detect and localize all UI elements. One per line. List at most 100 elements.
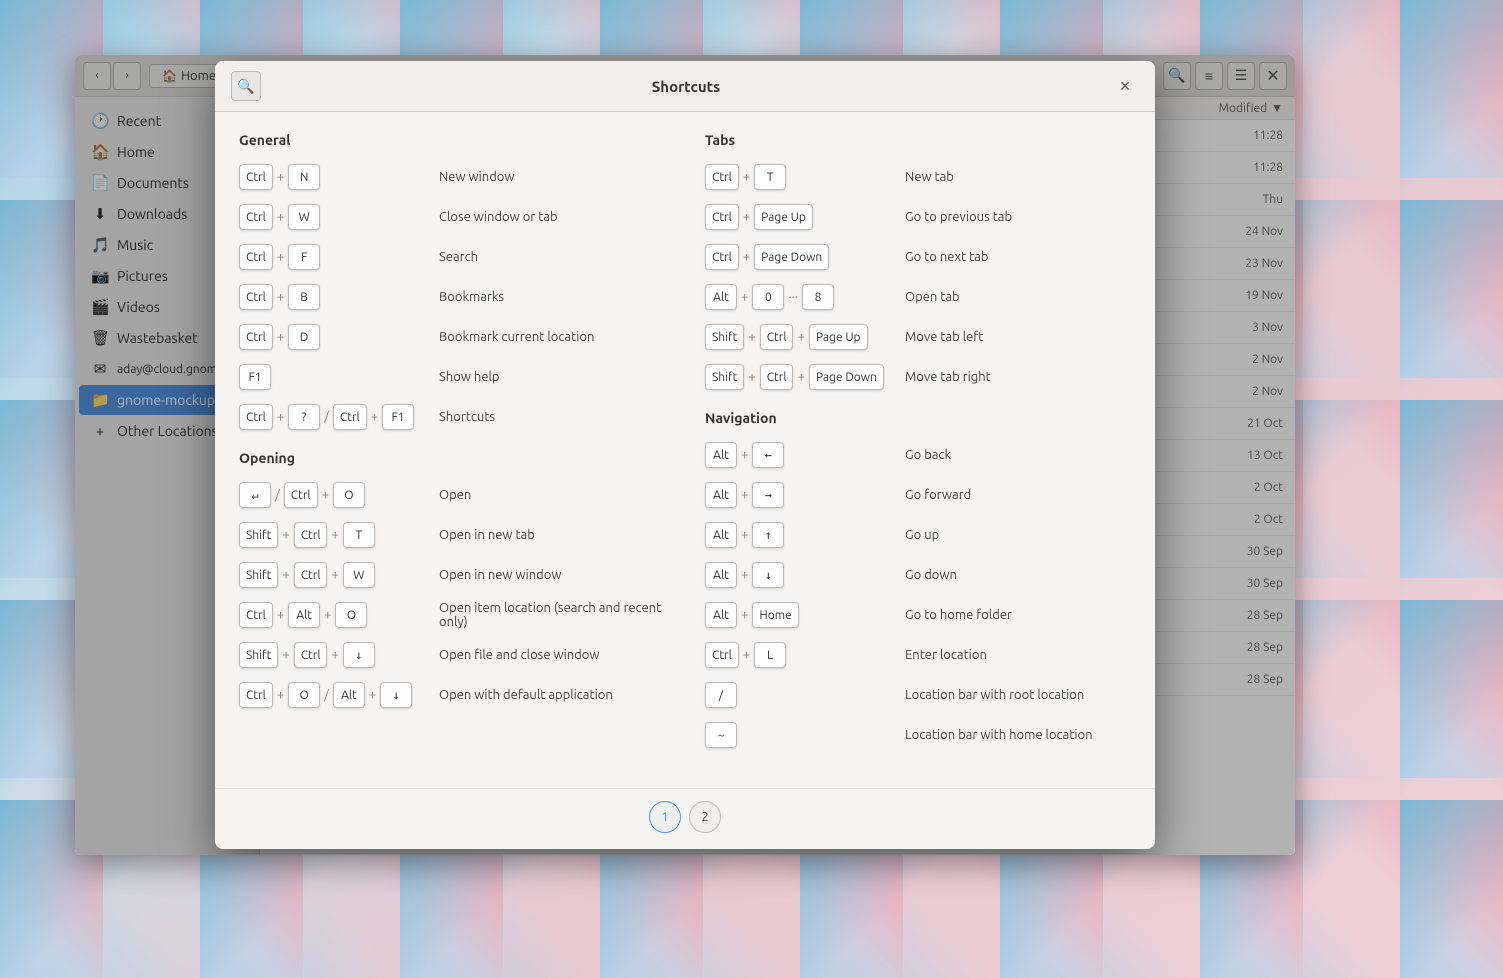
key-ctrl: Ctrl bbox=[239, 164, 273, 190]
page-2-button[interactable]: 2 bbox=[689, 801, 721, 833]
desc-bookmark-location: Bookmark current location bbox=[439, 330, 665, 344]
key-ctrl: Ctrl bbox=[239, 682, 273, 708]
key-ctrl: Ctrl bbox=[705, 642, 739, 668]
key-8: 8 bbox=[802, 284, 834, 310]
desc-go-forward: Go forward bbox=[905, 488, 1131, 502]
key-n: N bbox=[288, 164, 320, 190]
desc-go-up: Go up bbox=[905, 528, 1131, 542]
shortcut-go-home: Alt + Home Go to home folder bbox=[705, 600, 1131, 630]
key-w: W bbox=[288, 204, 320, 230]
shortcut-keys-location-root: / bbox=[705, 682, 905, 708]
shortcut-shortcuts: Ctrl + ? / Ctrl + F1 Shortcuts bbox=[239, 402, 665, 432]
shortcut-close-window: Ctrl + W Close window or tab bbox=[239, 202, 665, 232]
key-o: O bbox=[335, 602, 367, 628]
key-shift: Shift bbox=[705, 324, 744, 350]
desc-open-new-tab: Open in new tab bbox=[439, 528, 665, 542]
desc-open-tab-n: Open tab bbox=[905, 290, 1131, 304]
key-l: L bbox=[754, 642, 786, 668]
tabs-section: Tabs Ctrl + T New tab Ctrl + P bbox=[705, 132, 1131, 392]
desc-go-down: Go down bbox=[905, 568, 1131, 582]
key-ctrl: Ctrl bbox=[705, 244, 739, 270]
key-t: T bbox=[754, 164, 786, 190]
key-shift: Shift bbox=[239, 562, 278, 588]
key-alt: Alt bbox=[705, 482, 737, 508]
key-enter: ↵ bbox=[239, 482, 271, 508]
shortcut-open: ↵ / Ctrl + O Open bbox=[239, 480, 665, 510]
key-pageup2: Page Up bbox=[809, 324, 868, 350]
desc-open-item-location: Open item location (search and recent on… bbox=[439, 601, 665, 629]
key-down2: ↓ bbox=[380, 682, 412, 708]
key-ctrl: Ctrl bbox=[239, 204, 273, 230]
key-d: D bbox=[288, 324, 320, 350]
key-ctrl: Ctrl bbox=[239, 324, 273, 350]
shortcut-keys-go-down: Alt + ↓ bbox=[705, 562, 905, 588]
shortcut-search: Ctrl + F Search bbox=[239, 242, 665, 272]
page-1-button[interactable]: 1 bbox=[649, 801, 681, 833]
shortcuts-left-column: General Ctrl + N New window Ctrl + bbox=[239, 132, 665, 768]
desc-show-help: Show help bbox=[439, 370, 665, 384]
shortcut-keys-open-default: Ctrl + O / Alt + ↓ bbox=[239, 682, 439, 708]
desc-new-tab: New tab bbox=[905, 170, 1131, 184]
shortcut-keys-shortcuts: Ctrl + ? / Ctrl + F1 bbox=[239, 404, 439, 430]
dialog-close-button[interactable]: × bbox=[1111, 72, 1139, 100]
shortcut-open-tab-n: Alt + 0 ··· 8 Open tab bbox=[705, 282, 1131, 312]
desc-go-back: Go back bbox=[905, 448, 1131, 462]
shortcut-keys-bookmark-location: Ctrl + D bbox=[239, 324, 439, 350]
shortcut-keys-close-window: Ctrl + W bbox=[239, 204, 439, 230]
dialog-header: 🔍 Shortcuts × bbox=[215, 61, 1155, 112]
key-right: → bbox=[752, 482, 784, 508]
desc-new-window: New window bbox=[439, 170, 665, 184]
shortcut-keys-show-help: F1 bbox=[239, 364, 439, 390]
key-ctrl: Ctrl bbox=[239, 244, 273, 270]
shortcut-keys-prev-tab: Ctrl + Page Up bbox=[705, 204, 905, 230]
key-down: ↓ bbox=[752, 562, 784, 588]
navigation-section: Navigation Alt + ← Go back Alt + bbox=[705, 410, 1131, 750]
shortcut-go-down: Alt + ↓ Go down bbox=[705, 560, 1131, 590]
key-tilde: ~ bbox=[705, 722, 737, 748]
shortcuts-dialog: 🔍 Shortcuts × General Ctrl + N New bbox=[215, 61, 1155, 849]
shortcut-keys-bookmarks: Ctrl + B bbox=[239, 284, 439, 310]
key-shift: Shift bbox=[239, 642, 278, 668]
key-ctrl: Ctrl bbox=[760, 324, 794, 350]
shortcut-keys-open: ↵ / Ctrl + O bbox=[239, 482, 439, 508]
shortcut-keys-location-home: ~ bbox=[705, 722, 905, 748]
shortcut-open-new-window: Shift + Ctrl + W Open in new window bbox=[239, 560, 665, 590]
key-ctrl: Ctrl bbox=[239, 602, 273, 628]
shortcut-keys-go-back: Alt + ← bbox=[705, 442, 905, 468]
desc-open: Open bbox=[439, 488, 665, 502]
key-ctrl: Ctrl bbox=[284, 482, 318, 508]
shortcut-move-tab-left: Shift + Ctrl + Page Up Move tab left bbox=[705, 322, 1131, 352]
shortcut-go-up: Alt + ↑ Go up bbox=[705, 520, 1131, 550]
navigation-section-title: Navigation bbox=[705, 410, 1131, 426]
key-o: O bbox=[333, 482, 365, 508]
key-home: Home bbox=[752, 602, 798, 628]
opening-section-title: Opening bbox=[239, 450, 665, 466]
opening-section: Opening ↵ / Ctrl + O Open Shif bbox=[239, 450, 665, 710]
desc-location-root: Location bar with root location bbox=[905, 688, 1131, 702]
desc-close-window: Close window or tab bbox=[439, 210, 665, 224]
key-pagedown: Page Down bbox=[754, 244, 829, 270]
desc-shortcuts: Shortcuts bbox=[439, 410, 665, 424]
file-manager-window: ‹ › 🏠 Home checkout gnome-mockups 🔍 ≡ ☰ … bbox=[75, 55, 1295, 855]
desc-bookmarks: Bookmarks bbox=[439, 290, 665, 304]
key-alt: Alt bbox=[705, 442, 737, 468]
dialog-search-button[interactable]: 🔍 bbox=[231, 71, 261, 101]
shortcut-go-forward: Alt + → Go forward bbox=[705, 480, 1131, 510]
key-question: ? bbox=[288, 404, 320, 430]
shortcut-keys-open-new-window: Shift + Ctrl + W bbox=[239, 562, 439, 588]
key-shift: Shift bbox=[705, 364, 744, 390]
shortcut-keys-go-forward: Alt + → bbox=[705, 482, 905, 508]
key-alt: Alt bbox=[333, 682, 365, 708]
key-alt: Alt bbox=[705, 284, 737, 310]
desc-move-tab-right: Move tab right bbox=[905, 370, 1131, 384]
shortcut-open-item-location: Ctrl + Alt + O Open item location (searc… bbox=[239, 600, 665, 630]
key-ctrl: Ctrl bbox=[294, 522, 328, 548]
key-ctrl: Ctrl bbox=[294, 642, 328, 668]
shortcut-keys-open-new-tab: Shift + Ctrl + T bbox=[239, 522, 439, 548]
desc-enter-location: Enter location bbox=[905, 648, 1131, 662]
desc-go-home: Go to home folder bbox=[905, 608, 1131, 622]
shortcut-next-tab: Ctrl + Page Down Go to next tab bbox=[705, 242, 1131, 272]
desc-prev-tab: Go to previous tab bbox=[905, 210, 1131, 224]
shortcut-open-new-tab: Shift + Ctrl + T Open in new tab bbox=[239, 520, 665, 550]
key-t: T bbox=[343, 522, 375, 548]
